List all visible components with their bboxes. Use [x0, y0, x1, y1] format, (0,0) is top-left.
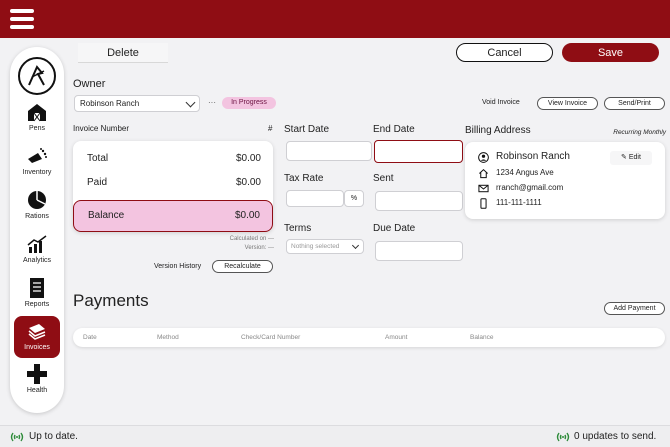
status-bar: Up to date. 0 updates to send. — [0, 425, 670, 447]
sidebar-item-label: Reports — [24, 301, 50, 308]
column-date: Date — [83, 334, 97, 341]
signal-icon — [10, 432, 24, 442]
home-icon — [479, 168, 488, 179]
chevron-down-icon — [351, 241, 360, 250]
sidebar-item-pens[interactable]: Pens — [14, 99, 60, 139]
sidebar-item-analytics[interactable]: Analytics — [14, 231, 60, 271]
balance-row: Balance $0.00 — [73, 200, 273, 232]
phone-icon — [480, 198, 487, 209]
billing-address-label: Billing Address — [465, 125, 531, 136]
view-invoice-button[interactable]: View Invoice — [537, 97, 598, 110]
version-history-button[interactable]: Version History — [154, 263, 201, 270]
payments-title: Payments — [73, 291, 149, 310]
sidebar-nav: Pens Inventory Rations Analytics Reports… — [10, 47, 64, 413]
delete-button[interactable]: Delete — [78, 43, 168, 63]
billing-address-card: Robinson Ranch ✎ Edit 1234 Angus Ave rra… — [465, 142, 665, 219]
sidebar-item-reports[interactable]: Reports — [14, 275, 60, 315]
tax-rate-input[interactable] — [286, 190, 344, 207]
percent-suffix: % — [344, 190, 364, 207]
owner-label: Owner — [73, 78, 106, 90]
version-text: Version: --- — [244, 245, 274, 251]
farm-logo-icon — [18, 57, 56, 95]
owner-select-value: Robinson Ranch — [80, 99, 140, 108]
document-icon — [30, 278, 44, 298]
sidebar-item-invoices[interactable]: Invoices — [14, 316, 60, 358]
sent-label: Sent — [373, 173, 394, 184]
sent-input[interactable] — [375, 191, 463, 211]
end-date-input[interactable] — [374, 140, 463, 163]
column-check-card-number: Check/Card Number — [241, 334, 301, 341]
user-circle-icon — [478, 152, 489, 163]
void-invoice-button[interactable]: Void Invoice — [482, 99, 520, 106]
chevron-down-icon — [185, 97, 196, 108]
tax-rate-label: Tax Rate — [284, 173, 324, 184]
total-label: Total — [87, 153, 109, 164]
column-method: Method — [157, 334, 179, 341]
signal-icon — [556, 432, 570, 442]
sidebar-item-label: Pens — [29, 125, 45, 132]
calculated-on-text: Calculated on --- — [229, 236, 274, 242]
terms-select[interactable]: Nothing selected — [286, 239, 364, 254]
envelope-icon — [478, 184, 489, 193]
pending-updates-text: 0 updates to send. — [574, 431, 657, 442]
invoice-totals-card: Total $0.00 Paid $0.00 Balance $0.00 — [73, 141, 273, 232]
total-value: $0.00 — [235, 153, 261, 164]
column-balance: Balance — [470, 334, 494, 341]
sync-status-text: Up to date. — [29, 431, 78, 442]
start-date-label: Start Date — [284, 124, 330, 135]
sidebar-item-health[interactable]: Health — [14, 361, 60, 401]
hamburger-menu-icon[interactable] — [10, 9, 34, 29]
more-options-button[interactable]: ··· — [208, 98, 216, 107]
cancel-button[interactable]: Cancel — [456, 43, 553, 62]
edit-label: Edit — [628, 154, 641, 161]
sidebar-item-label: Inventory — [22, 169, 52, 176]
owner-select[interactable]: Robinson Ranch — [74, 95, 200, 112]
plus-cross-icon — [27, 364, 47, 384]
due-date-label: Due Date — [373, 223, 416, 234]
sidebar-item-label: Invoices — [24, 344, 50, 351]
terms-label: Terms — [284, 223, 312, 234]
billing-email: rranch@gmail.com — [496, 183, 564, 192]
status-badge: In Progress — [222, 97, 276, 109]
cash-stack-icon — [28, 324, 46, 340]
payments-table-header: Date Method Check/Card Number Amount Bal… — [73, 328, 665, 347]
sidebar-item-label: Health — [26, 387, 48, 394]
invoice-number-label: Invoice Number — [73, 124, 130, 133]
save-button[interactable]: Save — [562, 43, 659, 62]
edit-billing-button[interactable]: ✎ Edit — [610, 151, 652, 165]
column-amount: Amount — [385, 334, 408, 341]
billing-address-line: 1234 Angus Ave — [496, 168, 554, 177]
pencil-icon: ✎ — [621, 154, 627, 161]
balance-value: $0.00 — [234, 210, 260, 221]
due-date-input[interactable] — [375, 241, 463, 261]
top-bar — [0, 0, 670, 38]
billing-name: Robinson Ranch — [496, 151, 570, 162]
bar-chart-icon — [27, 235, 47, 253]
recalculate-button[interactable]: Recalculate — [212, 260, 273, 273]
start-date-input[interactable] — [286, 141, 372, 161]
barn-icon — [28, 104, 46, 122]
balance-label: Balance — [88, 210, 125, 221]
send-print-button[interactable]: Send/Print — [604, 97, 665, 110]
paid-value: $0.00 — [235, 177, 261, 188]
sidebar-item-inventory[interactable]: Inventory — [14, 143, 60, 183]
sidebar-item-rations[interactable]: Rations — [14, 187, 60, 227]
end-date-label: End Date — [373, 124, 415, 135]
sidebar-item-label: Rations — [25, 213, 49, 220]
paid-label: Paid — [87, 177, 108, 188]
recurring-label: Recurring Monthly — [613, 129, 666, 136]
sidebar-item-label: Analytics — [22, 257, 51, 264]
feed-scoop-icon — [28, 148, 47, 163]
invoice-number-hash: # — [268, 124, 273, 133]
terms-select-placeholder: Nothing selected — [291, 243, 340, 250]
add-payment-button[interactable]: Add Payment — [604, 302, 665, 315]
pie-chart-icon — [28, 191, 46, 209]
billing-phone: 111-111-1111 — [496, 198, 542, 207]
